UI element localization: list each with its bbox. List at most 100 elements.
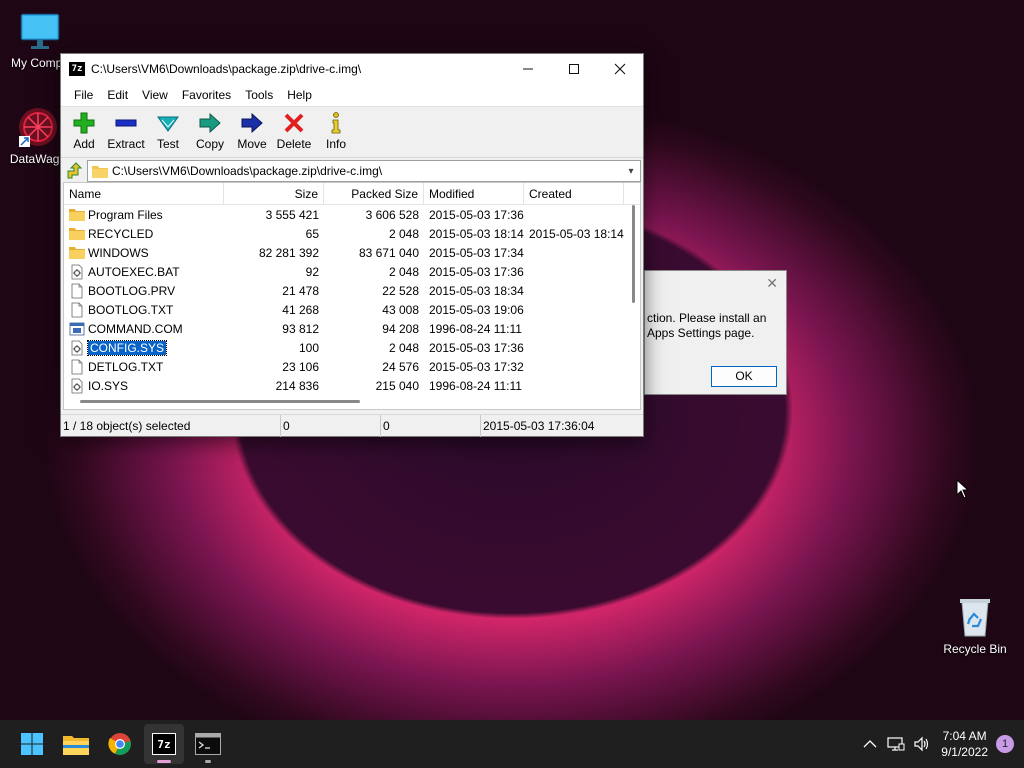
column-size[interactable]: Size — [224, 183, 324, 205]
window-title: C:\Users\VM6\Downloads\package.zip\drive… — [91, 62, 362, 76]
add-button[interactable]: Add — [65, 111, 103, 151]
file-modified: 2015-05-03 18:14 — [429, 226, 524, 241]
taskbar-terminal[interactable] — [188, 724, 228, 764]
address-field[interactable]: C:\Users\VM6\Downloads\package.zip\drive… — [87, 160, 641, 182]
text-file-icon — [69, 302, 88, 318]
7zip-file-manager-window: 7z C:\Users\VM6\Downloads\package.zip\dr… — [60, 53, 644, 437]
text-file-icon — [69, 283, 88, 299]
chevron-down-icon[interactable]: ▾ — [622, 166, 640, 177]
status-selection: 1 / 18 object(s) selected — [61, 415, 281, 437]
vertical-scroll-thumb[interactable] — [632, 205, 635, 303]
delete-x-icon — [281, 111, 307, 135]
status-size: 0 — [281, 415, 381, 437]
close-button[interactable] — [597, 54, 643, 84]
menu-view[interactable]: View — [135, 88, 175, 102]
taskbar-chrome[interactable] — [100, 724, 140, 764]
file-packed-size: 3 606 528 — [365, 207, 419, 222]
file-modified: 2015-05-03 17:32 — [429, 359, 524, 374]
menu-edit[interactable]: Edit — [100, 88, 135, 102]
column-created[interactable]: Created — [524, 183, 624, 205]
file-name: RECYCLED — [88, 226, 154, 241]
test-button[interactable]: Test — [149, 111, 187, 151]
file-packed-size: 24 576 — [382, 359, 419, 374]
taskbar-file-explorer[interactable] — [56, 724, 96, 764]
status-bar: 1 / 18 object(s) selected 0 0 2015-05-03… — [61, 414, 643, 437]
file-name: BOOTLOG.TXT — [88, 302, 174, 317]
close-icon[interactable]: ✕ — [766, 275, 778, 292]
file-row[interactable]: RECYCLED 65 2 048 2015-05-03 18:14 2015-05-0… — [64, 224, 640, 243]
file-name: CONFIG.SYS — [86, 339, 168, 356]
volume-button[interactable] — [909, 736, 935, 752]
vertical-scrollbar[interactable] — [628, 205, 636, 405]
start-icon — [21, 733, 43, 755]
delete-button[interactable]: Delete — [275, 111, 313, 151]
folder-icon — [69, 226, 88, 242]
file-row[interactable]: BOOTLOG.TXT 41 268 43 008 2015-05-03 19:06 — [64, 300, 640, 319]
address-text: C:\Users\VM6\Downloads\package.zip\drive… — [112, 164, 383, 178]
file-name: COMMAND.COM — [88, 321, 183, 336]
taskbar-7zip[interactable]: 7z — [144, 724, 184, 764]
file-size: 23 106 — [282, 359, 319, 374]
menu-favorites[interactable]: Favorites — [175, 88, 238, 102]
move-button[interactable]: Move — [233, 111, 271, 151]
recycle-bin-icon — [954, 596, 996, 638]
file-size: 3 555 421 — [265, 207, 319, 222]
delete-label: Delete — [276, 137, 312, 151]
file-name-cell: WINDOWS — [64, 245, 224, 261]
running-indicator — [205, 760, 211, 763]
network-button[interactable] — [883, 736, 909, 752]
file-name: WINDOWS — [88, 245, 149, 260]
menu-file[interactable]: File — [67, 88, 100, 102]
file-row[interactable]: IO.SYS 214 836 215 040 1996-08-24 11:11 — [64, 376, 640, 395]
file-row[interactable]: COMMAND.COM 93 812 94 208 1996-08-24 11:11 — [64, 319, 640, 338]
file-row[interactable]: Program Files 3 555 421 3 606 528 2015-05-0… — [64, 205, 640, 224]
clock[interactable]: 7:04 AM 9/1/2022 — [941, 728, 988, 760]
info-button[interactable]: Info — [317, 111, 355, 151]
file-list[interactable]: Name Size Packed Size Modified Created P… — [63, 182, 641, 410]
column-modified[interactable]: Modified — [424, 183, 524, 205]
add-label: Add — [73, 137, 95, 151]
maximize-button[interactable] — [551, 54, 597, 84]
file-row[interactable]: DETLOG.TXT 23 106 24 576 2015-05-03 17:32 — [64, 357, 640, 376]
file-modified: 2015-05-03 17:36 — [429, 207, 524, 222]
file-size: 93 812 — [282, 321, 319, 336]
file-explorer-icon — [63, 736, 89, 755]
file-name: DETLOG.TXT — [88, 359, 164, 374]
file-modified: 1996-08-24 11:11 — [429, 321, 522, 336]
file-name-cell: RECYCLED — [64, 226, 224, 242]
file-name-cell: BOOTLOG.TXT — [64, 302, 224, 318]
file-row[interactable]: AUTOEXEC.BAT 92 2 048 2015-05-03 17:36 — [64, 262, 640, 281]
file-size: 21 478 — [282, 283, 319, 298]
menu-help[interactable]: Help — [280, 88, 319, 102]
extract-label: Extract — [107, 137, 145, 151]
maximize-icon — [569, 64, 579, 74]
start-button[interactable] — [12, 724, 52, 764]
up-folder-button[interactable] — [63, 160, 87, 182]
extract-button[interactable]: Extract — [107, 111, 145, 151]
toolbar: Add Extract Test Copy Move Delete Info — [61, 106, 643, 158]
minimize-button[interactable] — [505, 54, 551, 84]
file-name: IO.SYS — [88, 378, 129, 393]
file-modified: 1996-08-24 11:11 — [429, 378, 522, 393]
minimize-icon — [523, 68, 533, 70]
title-bar[interactable]: 7z C:\Users\VM6\Downloads\package.zip\dr… — [61, 54, 643, 84]
column-packed-size[interactable]: Packed Size — [324, 183, 424, 205]
file-modified: 2015-05-03 17:34 — [429, 245, 524, 260]
copy-button[interactable]: Copy — [191, 111, 229, 151]
datawago-icon — [17, 106, 59, 148]
file-packed-size: 22 528 — [382, 283, 419, 298]
show-hidden-icons-button[interactable] — [857, 739, 883, 749]
menu-tools[interactable]: Tools — [238, 88, 280, 102]
file-created: 2015-05-03 18:14 — [529, 226, 624, 241]
7zip-icon: 7z — [152, 733, 176, 755]
file-row[interactable]: BOOTLOG.PRV 21 478 22 528 2015-05-03 18:34 — [64, 281, 640, 300]
ok-button[interactable]: OK — [711, 366, 777, 387]
dialog-message: ction. Please install an Apps Settings p… — [647, 311, 767, 340]
column-name[interactable]: Name — [64, 183, 224, 205]
horizontal-scroll-thumb[interactable] — [80, 400, 360, 403]
notification-badge[interactable]: 1 — [996, 735, 1014, 753]
file-row[interactable]: CONFIG.SYS 100 2 048 2015-05-03 17:36 — [64, 338, 640, 357]
address-bar: C:\Users\VM6\Downloads\package.zip\drive… — [61, 158, 643, 184]
file-row[interactable]: WINDOWS 82 281 392 83 671 040 2015-05-03 17… — [64, 243, 640, 262]
desktop-icon-recycle-bin[interactable]: Recycle Bin — [935, 596, 1015, 656]
